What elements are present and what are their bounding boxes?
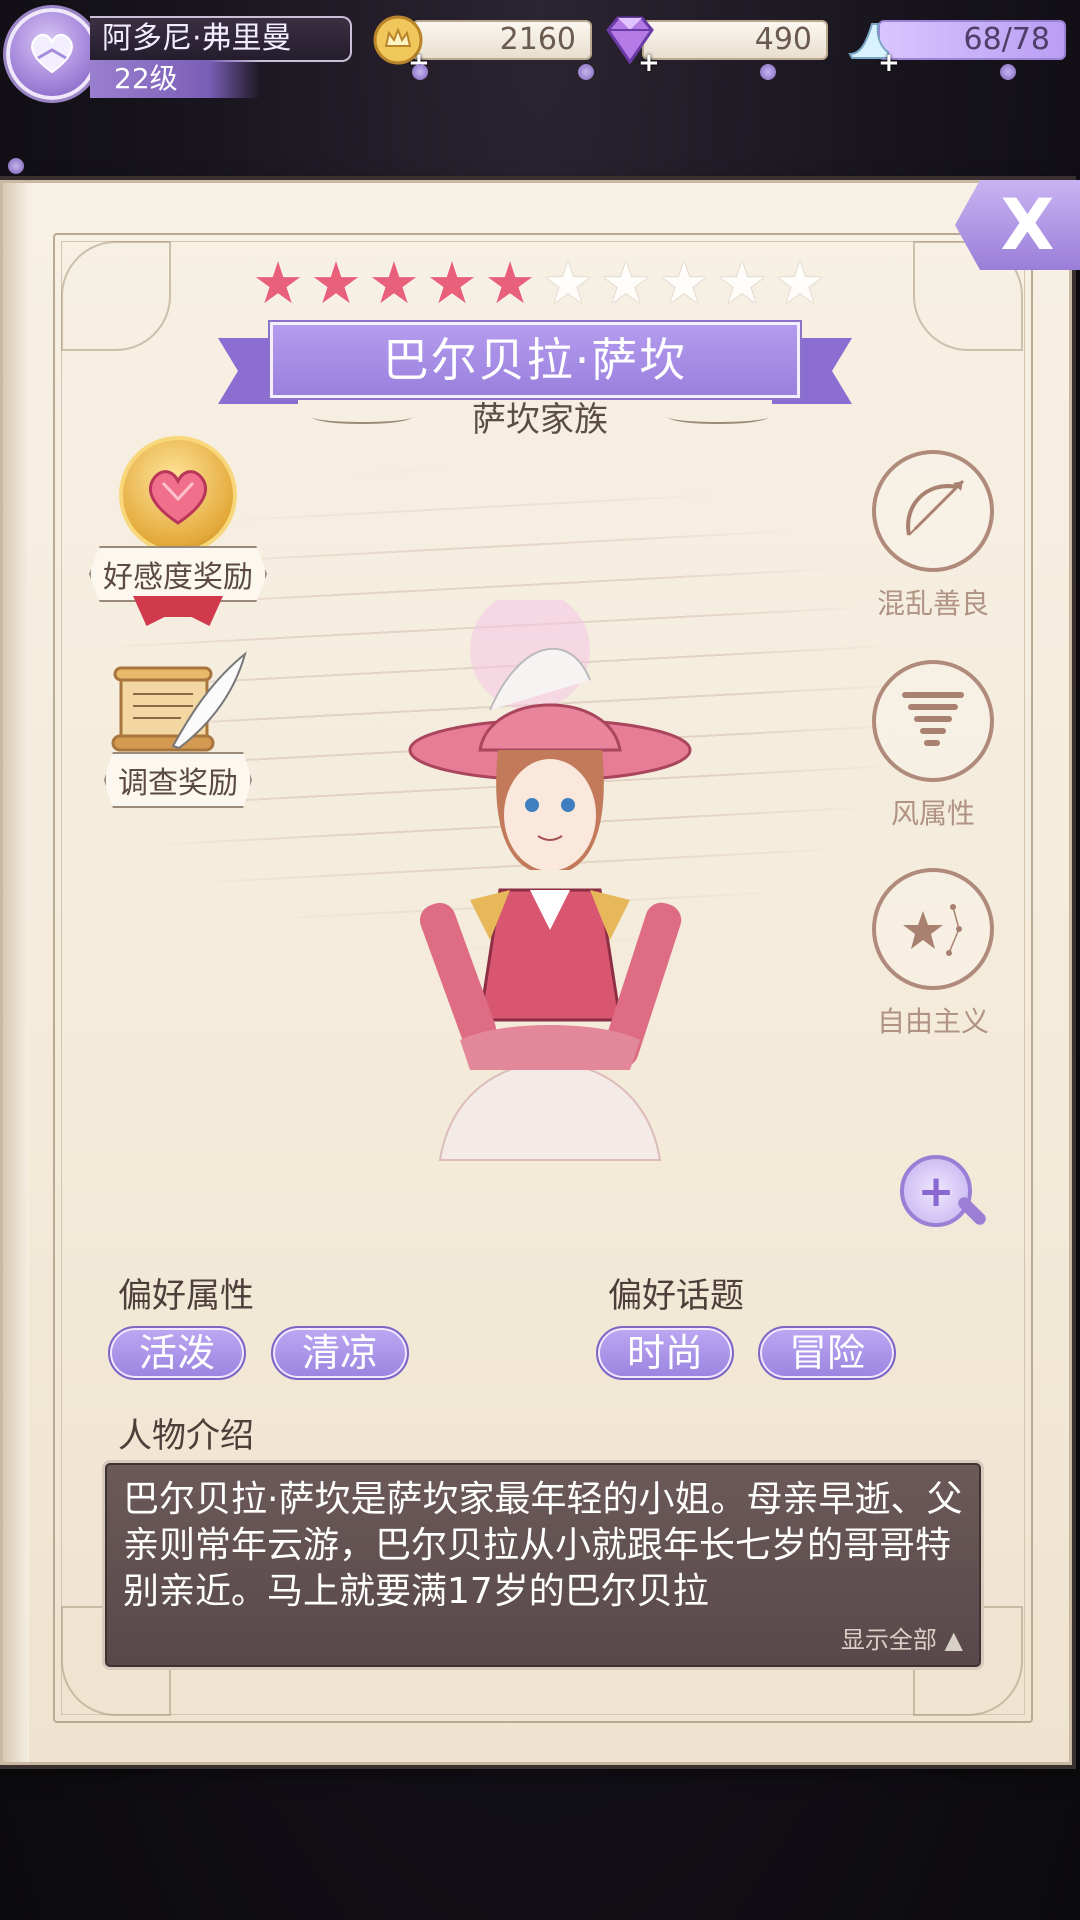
character-name: 巴尔贝拉·萨坎: [270, 322, 800, 398]
scroll-quill-icon: [103, 650, 253, 760]
zoom-button[interactable]: +: [900, 1155, 972, 1227]
add-gems-icon[interactable]: +: [638, 48, 660, 78]
attribute-label: 混乱善良: [876, 587, 989, 620]
attribute-ideology[interactable]: 自由主义: [858, 868, 1008, 1040]
corner-flourish: [61, 241, 171, 351]
star-empty-icon: ★: [542, 249, 594, 317]
star-filled-icon: ★: [426, 249, 478, 317]
tornado-icon: [872, 660, 994, 782]
close-icon: X: [1000, 184, 1055, 266]
gold-amount: 2160: [412, 20, 592, 60]
rose-ornament-icon: [8, 158, 24, 174]
star-filled-icon: ★: [252, 249, 304, 317]
add-stamina-icon[interactable]: +: [878, 48, 900, 78]
star-empty-icon: ★: [658, 249, 710, 317]
preferred-topic-tag[interactable]: 冒险: [758, 1326, 896, 1380]
rose-ornament-icon: [578, 64, 594, 80]
preferred-topic-tag[interactable]: 时尚: [596, 1326, 734, 1380]
intro-title: 人物介绍: [118, 1416, 254, 1456]
investigation-reward-label: 调查奖励: [104, 752, 252, 808]
gold-counter[interactable]: 2160 +: [372, 14, 594, 78]
gem-amount: 490: [642, 20, 828, 60]
star-empty-icon: ★: [716, 249, 768, 317]
player-level: 22级: [90, 60, 260, 98]
star-filled-icon: ★: [310, 249, 362, 317]
intro-box: 巴尔贝拉·萨坎是萨坎家最年轻的小姐。母亲早逝、父亲则常年云游，巴尔贝拉从小就跟年…: [102, 1460, 984, 1670]
star-rating: ★ ★ ★ ★ ★ ★ ★ ★ ★ ★: [250, 249, 830, 317]
star-empty-icon: ★: [600, 249, 652, 317]
show-all-button[interactable]: 显示全部 ▲: [841, 1620, 963, 1655]
attribute-label: 风属性: [890, 797, 975, 830]
character-family: 萨坎家族: [472, 400, 608, 440]
attribute-alignment[interactable]: 混乱善良: [858, 450, 1008, 622]
close-button[interactable]: X: [955, 180, 1080, 270]
preferred-attribute-tag[interactable]: 活泼: [108, 1326, 246, 1380]
star-empty-icon: ★: [774, 249, 826, 317]
star-filled-icon: ★: [484, 249, 536, 317]
attribute-element[interactable]: 风属性: [858, 660, 1008, 832]
attribute-label: 自由主义: [876, 1005, 989, 1038]
gem-counter[interactable]: 490 +: [602, 14, 830, 78]
book-spine: [3, 183, 29, 1762]
preferred-topics-title: 偏好话题: [608, 1276, 744, 1316]
bow-arrow-icon: [872, 450, 994, 572]
affection-reward-button[interactable]: 好感度奖励: [88, 436, 268, 626]
rose-ornament-icon: [412, 64, 428, 80]
medal-ribbon: [133, 596, 223, 626]
affection-reward-label: 好感度奖励: [89, 546, 267, 602]
stamina-amount: 68/78: [878, 20, 1066, 60]
intro-text: 巴尔贝拉·萨坎是萨坎家最年轻的小姐。母亲早逝、父亲则常年云游，巴尔贝拉从小就跟年…: [123, 1479, 963, 1612]
status-bar: 阿多尼·弗里曼 22级 2160 + 490 + 68/78 +: [0, 0, 1080, 174]
preferred-attributes-title: 偏好属性: [118, 1276, 254, 1316]
zoom-in-icon: +: [917, 1165, 955, 1217]
player-name: 阿多尼·弗里曼: [90, 16, 352, 62]
preferred-attribute-tag[interactable]: 清凉: [271, 1326, 409, 1380]
player-avatar[interactable]: [6, 8, 98, 100]
character-portrait: [380, 590, 720, 1280]
heart-hands-icon: [22, 22, 82, 86]
stamina-counter[interactable]: 68/78 +: [842, 14, 1068, 78]
investigation-reward-button[interactable]: 调查奖励: [88, 650, 268, 808]
heart-medal-icon: [119, 436, 237, 554]
star-filled-icon: ★: [368, 249, 420, 317]
rose-ornament-icon: [760, 64, 776, 80]
constellation-icon: [872, 868, 994, 990]
rose-ornament-icon: [1000, 64, 1016, 80]
